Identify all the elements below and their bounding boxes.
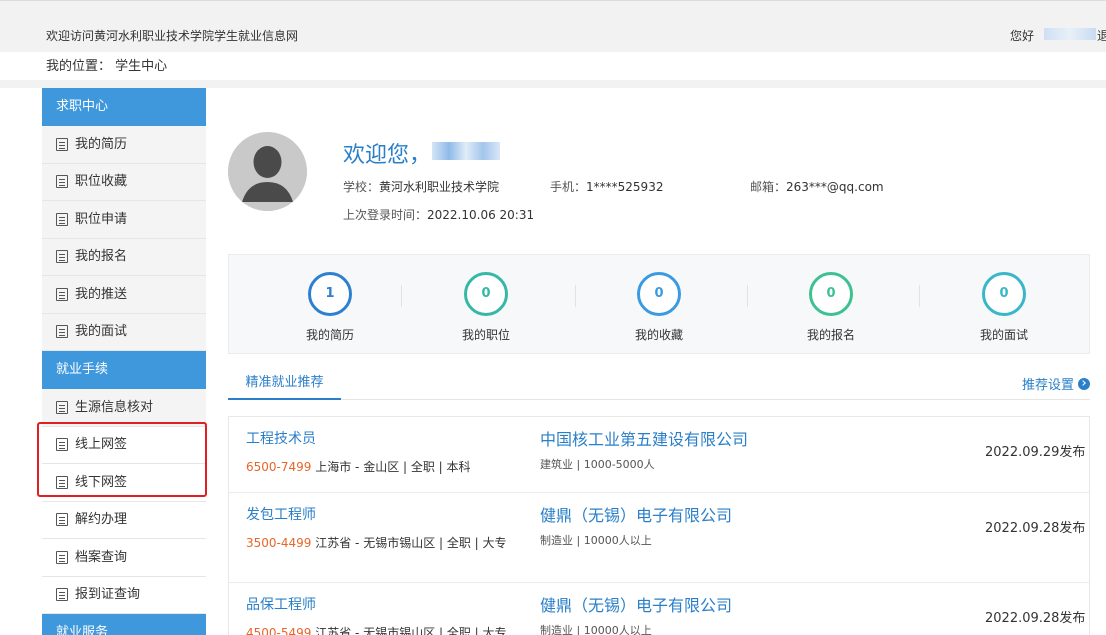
sidebar-item-label: 我的简历 — [75, 136, 128, 152]
sidebar-item-label: 我的推送 — [75, 286, 128, 302]
divider — [228, 399, 1090, 400]
job-title-link[interactable]: 发包工程师 — [246, 504, 316, 524]
publish-date: 2022.09.28发布 — [985, 611, 1086, 626]
list-item: 发包工程师 3500-4499 江苏省 - 无锡市锡山区 | 全职 | 大专 健… — [229, 493, 1089, 583]
email-info: 邮箱：263***@qq.com — [750, 180, 884, 194]
stat-label: 我的收藏 — [634, 328, 683, 342]
document-icon — [56, 550, 68, 564]
document-icon — [56, 212, 68, 226]
sidebar-item-label: 我的报名 — [75, 249, 128, 264]
sidebar-item-label: 生源信息核对 — [75, 399, 154, 415]
document-icon — [56, 325, 68, 339]
stat-label: 我的职位 — [461, 328, 510, 342]
job-meta: 3500-4499 江苏省 - 无锡市锡山区 | 全职 | 大专 — [246, 536, 507, 550]
sidebar-item-label: 报到证查询 — [75, 587, 141, 602]
company-link[interactable]: 健鼎（无锡）电子有限公司 — [540, 592, 732, 616]
document-icon — [56, 513, 68, 527]
divider — [0, 80, 1106, 88]
document-icon — [56, 175, 68, 189]
greeting-text: 您好 — [1010, 29, 1035, 43]
company-link[interactable]: 中国核工业第五建设有限公司 — [540, 426, 748, 450]
divider — [401, 285, 402, 307]
breadcrumb: 我的位置： 学生中心 — [46, 54, 1106, 80]
stat-my-interviews[interactable]: 0 我的面试 — [944, 255, 1064, 343]
sidebar-item-report-card-query[interactable]: 报到证查询 — [42, 576, 206, 614]
document-icon — [56, 588, 68, 602]
salary: 6500-7499 — [246, 460, 312, 474]
sidebar-section-employment-procedures: 就业手续 — [42, 351, 206, 389]
list-item: 工程技术员 6500-7499 上海市 - 金山区 | 全职 | 本科 中国核工… — [229, 417, 1089, 493]
username-redacted — [432, 142, 500, 160]
stat-label: 我的面试 — [979, 328, 1028, 342]
document-icon — [56, 250, 68, 264]
divider — [919, 285, 920, 307]
document-icon — [56, 137, 68, 151]
company-meta: 建筑业 | 1000-5000人 — [540, 458, 655, 471]
sidebar-item-label: 职位收藏 — [75, 174, 128, 189]
document-icon — [56, 400, 68, 414]
stat-count: 0 — [637, 272, 681, 316]
top-bar: 欢迎访问黄河水利职业技术学院学生就业信息网 您好 退出 — [0, 0, 1106, 52]
company-link[interactable]: 健鼎（无锡）电子有限公司 — [540, 502, 732, 526]
publish-date: 2022.09.28发布 — [985, 521, 1086, 536]
company-meta: 制造业 | 10000人以上 — [540, 534, 652, 547]
sidebar-item-my-interviews[interactable]: 我的面试 — [42, 313, 206, 351]
sidebar-item-job-applications[interactable]: 职位申请 — [42, 201, 206, 239]
job-meta: 6500-7499 上海市 - 金山区 | 全职 | 本科 — [246, 460, 471, 474]
stat-label: 我的简历 — [305, 328, 354, 342]
salary: 4500-5499 — [246, 626, 312, 635]
sidebar-item-my-resume[interactable]: 我的简历 — [42, 126, 206, 164]
salary: 3500-4499 — [246, 536, 312, 550]
stat-my-favorites[interactable]: 0 我的收藏 — [599, 255, 719, 343]
school-info: 学校：黄河水利职业技术学院 — [343, 180, 500, 194]
stat-count: 0 — [982, 272, 1026, 316]
sidebar-item-contract-termination[interactable]: 解约办理 — [42, 501, 206, 539]
last-login-info: 上次登录时间：2022.10.06 20:31 — [343, 208, 535, 222]
tab-precise-recommendation[interactable]: 精准就业推荐 — [228, 370, 341, 400]
sidebar-item-archive-query[interactable]: 档案查询 — [42, 539, 206, 577]
stat-my-registrations[interactable]: 0 我的报名 — [771, 255, 891, 343]
divider — [575, 285, 576, 307]
sidebar-item-favorite-jobs[interactable]: 职位收藏 — [42, 163, 206, 201]
sidebar: 求职中心 我的简历 职位收藏 职位申请 我的报名 我的推送 我的面试 就业手续 … — [42, 88, 206, 635]
sidebar-item-label: 职位申请 — [75, 211, 128, 227]
sidebar-item-my-push[interactable]: 我的推送 — [42, 276, 206, 314]
stat-label: 我的报名 — [806, 328, 855, 342]
job-title-link[interactable]: 工程技术员 — [246, 428, 316, 448]
stats-panel: 1 我的简历 0 我的职位 0 我的收藏 0 我的报名 0 我的面试 — [228, 254, 1090, 354]
stat-my-jobs[interactable]: 0 我的职位 — [426, 255, 546, 343]
sidebar-item-source-info-check[interactable]: 生源信息核对 — [42, 389, 206, 427]
site-welcome-text: 欢迎访问黄河水利职业技术学院学生就业信息网 — [46, 29, 299, 43]
recommend-settings-link[interactable]: 推荐设置 — [1022, 374, 1091, 393]
job-list: 工程技术员 6500-7499 上海市 - 金山区 | 全职 | 本科 中国核工… — [228, 416, 1090, 635]
stat-count: 1 — [308, 272, 352, 316]
welcome-heading: 欢迎您， — [343, 143, 432, 168]
list-item: 品保工程师 4500-5499 江苏省 - 无锡市锡山区 | 全职 | 大专 健… — [229, 583, 1089, 635]
stat-my-resume[interactable]: 1 我的简历 — [270, 255, 390, 343]
stat-count: 0 — [464, 272, 508, 316]
phone-info: 手机：1****525932 — [550, 180, 664, 194]
job-title-link[interactable]: 品保工程师 — [246, 594, 316, 614]
divider — [747, 285, 748, 307]
avatar — [228, 132, 307, 211]
sidebar-section-job-center: 求职中心 — [42, 88, 206, 126]
sidebar-section-employment-services[interactable]: 就业服务 — [42, 614, 206, 635]
logout-link[interactable]: 退出 — [1097, 27, 1106, 44]
recommend-settings-label: 推荐设置 — [1022, 378, 1075, 393]
sidebar-item-my-registrations[interactable]: 我的报名 — [42, 238, 206, 276]
job-meta: 4500-5499 江苏省 - 无锡市锡山区 | 全职 | 大专 — [246, 622, 508, 635]
document-icon — [56, 287, 68, 301]
username-redacted[interactable] — [1044, 28, 1096, 40]
stat-count: 0 — [809, 272, 853, 316]
sidebar-item-label: 档案查询 — [75, 549, 128, 565]
publish-date: 2022.09.29发布 — [985, 445, 1086, 460]
sidebar-item-label: 我的面试 — [75, 324, 128, 339]
highlight-box — [37, 422, 207, 497]
sidebar-item-label: 解约办理 — [75, 512, 128, 527]
company-meta: 制造业 | 10000人以上 — [540, 624, 652, 635]
arrow-right-icon — [1078, 377, 1091, 390]
